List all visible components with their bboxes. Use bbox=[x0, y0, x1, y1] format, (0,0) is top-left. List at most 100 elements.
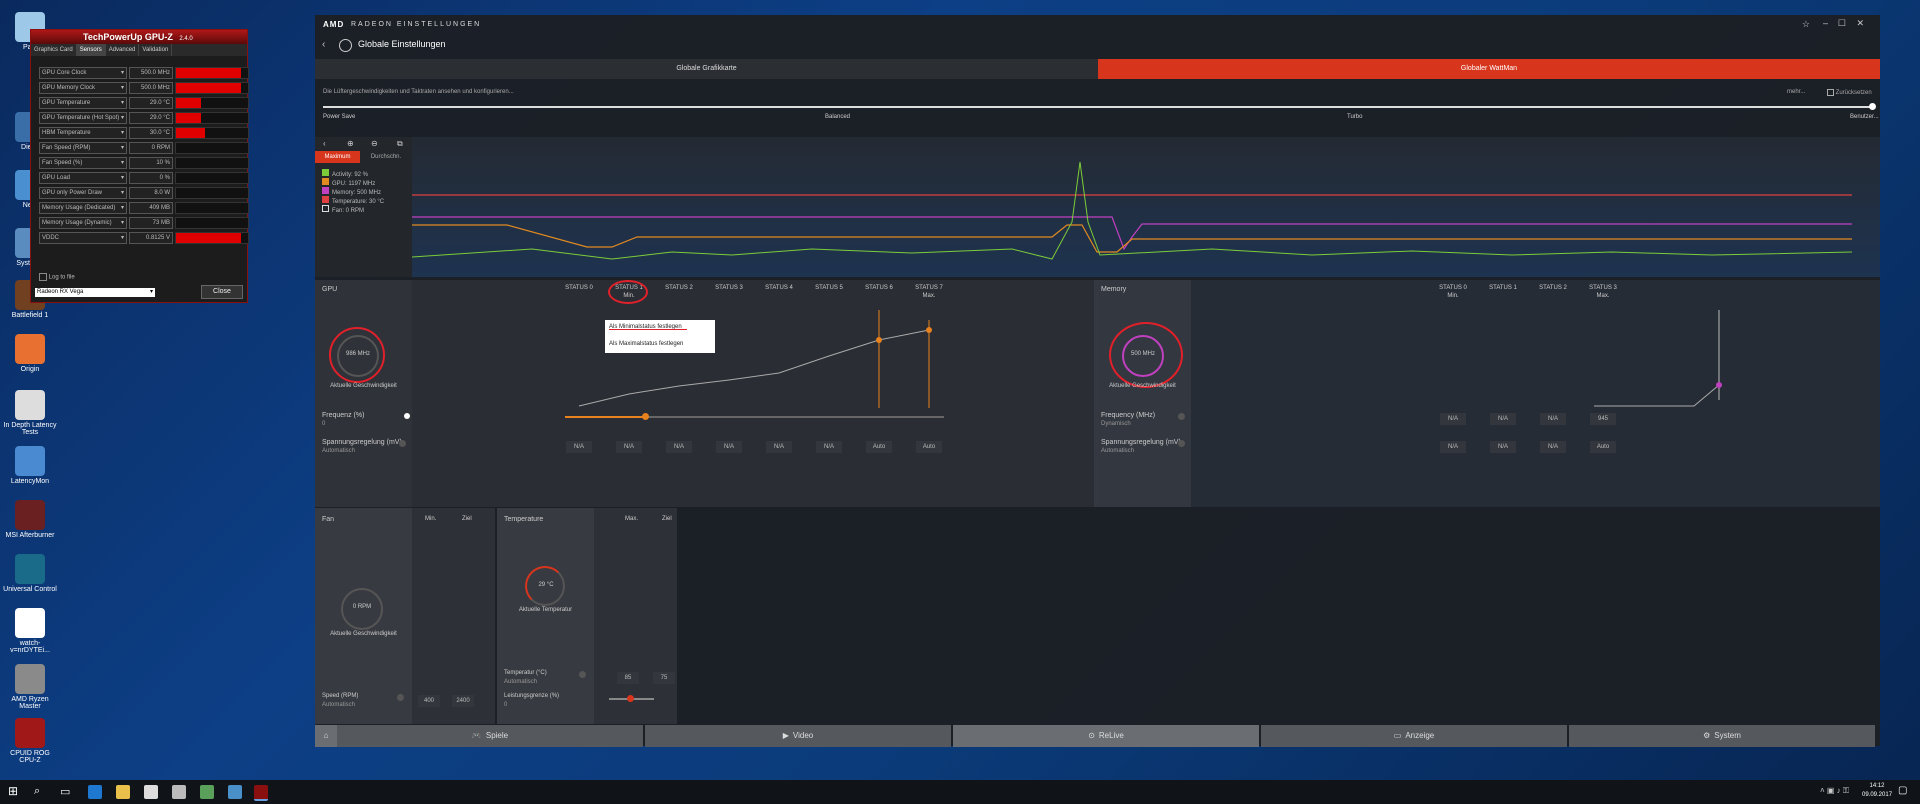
memory-volt-value[interactable]: N/A bbox=[1440, 441, 1466, 453]
start-icon[interactable]: ⊞ bbox=[8, 785, 18, 797]
gpu-volt-value[interactable]: N/A bbox=[666, 441, 692, 453]
gpu-state-5[interactable]: STATUS 5 bbox=[812, 284, 846, 292]
gpu-state-3[interactable]: STATUS 3 bbox=[712, 284, 746, 292]
preset-balanced[interactable]: Balanced bbox=[825, 114, 850, 120]
sensor-label[interactable]: Fan Speed (RPM) ▾ bbox=[39, 142, 127, 154]
sensor-label[interactable]: GPU Load ▾ bbox=[39, 172, 127, 184]
zoom-in-icon[interactable]: ⊕ bbox=[347, 139, 354, 148]
graph-back-icon[interactable]: ‹ bbox=[323, 139, 326, 148]
more-link[interactable]: mehr... bbox=[1787, 89, 1805, 95]
gpu-volt-value[interactable]: N/A bbox=[566, 441, 592, 453]
preset-slider-handle[interactable] bbox=[1869, 103, 1876, 110]
gpu-volt-value[interactable]: Auto bbox=[916, 441, 942, 453]
memory-freq-value[interactable]: 945 bbox=[1590, 413, 1616, 425]
search-icon[interactable]: ⌕ bbox=[34, 785, 40, 798]
state6-point[interactable] bbox=[876, 337, 882, 343]
desktop-icon[interactable]: In Depth Latency Tests bbox=[2, 390, 58, 436]
desktop-icon[interactable]: MSI Afterburner bbox=[2, 500, 58, 539]
explorer-icon[interactable] bbox=[116, 785, 130, 799]
task-view-icon[interactable]: ▭ bbox=[60, 785, 70, 798]
nav-anzeige[interactable]: ▭ Anzeige bbox=[1261, 725, 1567, 747]
preset-power-save[interactable]: Power Save bbox=[323, 114, 355, 120]
gpu-volt-toggle[interactable] bbox=[399, 440, 406, 447]
gpuz-tab[interactable]: Graphics Card bbox=[31, 44, 77, 56]
nav-video[interactable]: ▶ Video bbox=[645, 725, 951, 747]
memory-freq-value[interactable]: N/A bbox=[1440, 413, 1466, 425]
gpuz-tab[interactable]: Advanced bbox=[106, 44, 140, 56]
toggle-maximum[interactable]: Maximum bbox=[315, 151, 360, 163]
gpu-freq-toggle[interactable] bbox=[404, 413, 410, 419]
maximize-icon[interactable]: ☐ bbox=[1838, 18, 1846, 29]
memory-volt-value[interactable]: Auto bbox=[1590, 441, 1616, 453]
desktop-icon[interactable]: AMD Ryzen Master bbox=[2, 664, 58, 710]
legend-item[interactable]: GPU: 1197 MHz bbox=[322, 178, 375, 187]
memory-state3-point[interactable] bbox=[1716, 382, 1722, 388]
reset-button[interactable]: Zurücksetzen bbox=[1827, 89, 1872, 96]
legend-item[interactable]: Memory: 500 MHz bbox=[322, 187, 381, 196]
memory-state-1[interactable]: STATUS 1 bbox=[1486, 284, 1520, 292]
nav-spiele[interactable]: 🎮 Spiele bbox=[337, 725, 643, 747]
gpu-volt-value[interactable]: N/A bbox=[616, 441, 642, 453]
toggle-average[interactable]: Durchschn. bbox=[360, 151, 412, 163]
close-icon[interactable]: ✕ bbox=[1856, 18, 1864, 29]
sensor-label[interactable]: GPU Memory Clock ▾ bbox=[39, 82, 127, 94]
home-button[interactable]: ⌂ bbox=[315, 725, 337, 747]
memory-freq-value[interactable]: N/A bbox=[1540, 413, 1566, 425]
fan-target-value[interactable]: 2400 bbox=[452, 695, 474, 707]
gpuz-titlebar[interactable]: TechPowerUp GPU-Z 2.4.0 bbox=[31, 30, 247, 44]
temp-target-value[interactable]: 75 bbox=[653, 672, 675, 684]
state7-point[interactable] bbox=[926, 327, 932, 333]
legend-item[interactable]: Temperature: 30 °C bbox=[322, 196, 384, 205]
memory-state-3[interactable]: STATUS 3 Max. bbox=[1586, 284, 1620, 300]
sensor-label[interactable]: GPU Temperature (Hot Spot) ▾ bbox=[39, 112, 127, 124]
preset-turbo[interactable]: Turbo bbox=[1347, 114, 1362, 120]
log-checkbox[interactable] bbox=[39, 273, 47, 281]
gpuz-tab[interactable]: Validation bbox=[139, 44, 173, 56]
minimize-icon[interactable]: – bbox=[1823, 18, 1828, 28]
app-icon[interactable] bbox=[228, 785, 242, 799]
tray-icons[interactable]: ˄ ▣ ♪ ⚿ bbox=[1820, 786, 1849, 796]
gpu-volt-value[interactable]: Auto bbox=[866, 441, 892, 453]
gpuz-tab[interactable]: Sensors bbox=[76, 44, 106, 56]
memory-volt-toggle[interactable] bbox=[1178, 440, 1185, 447]
sensor-label[interactable]: Memory Usage (Dedicated) ▾ bbox=[39, 202, 127, 214]
sensor-label[interactable]: Fan Speed (%) ▾ bbox=[39, 157, 127, 169]
gpu-state-0[interactable]: STATUS 0 bbox=[562, 284, 596, 292]
power-limit-handle[interactable] bbox=[627, 695, 634, 702]
gpu-state-4[interactable]: STATUS 4 bbox=[762, 284, 796, 292]
memory-freq-value[interactable]: N/A bbox=[1490, 413, 1516, 425]
device-select[interactable]: Radeon RX Vega ▾ bbox=[35, 288, 155, 297]
sensor-label[interactable]: VDDC ▾ bbox=[39, 232, 127, 244]
desktop-icon[interactable]: watch-v=nrDYTEi... bbox=[2, 608, 58, 654]
star-icon[interactable]: ☆ bbox=[1802, 19, 1810, 30]
memory-freq-toggle[interactable] bbox=[1178, 413, 1185, 420]
sensor-label[interactable]: GPU Core Clock ▾ bbox=[39, 67, 127, 79]
zoom-out-icon[interactable]: ⊖ bbox=[371, 139, 378, 148]
close-button[interactable]: Close bbox=[201, 285, 243, 299]
app-icon[interactable] bbox=[200, 785, 214, 799]
desktop-icon[interactable]: CPUID ROG CPU-Z bbox=[2, 718, 58, 764]
gpu-freq-slider-handle[interactable] bbox=[642, 413, 649, 420]
gpu-volt-value[interactable]: N/A bbox=[766, 441, 792, 453]
memory-volt-value[interactable]: N/A bbox=[1540, 441, 1566, 453]
desktop-icon[interactable]: Origin bbox=[2, 334, 58, 373]
tab-global-wattman[interactable]: Globaler WattMan bbox=[1098, 59, 1880, 79]
temp-toggle[interactable] bbox=[579, 671, 586, 678]
gpu-volt-value[interactable]: N/A bbox=[716, 441, 742, 453]
gpu-state-2[interactable]: STATUS 2 bbox=[662, 284, 696, 292]
sensor-label[interactable]: GPU Temperature ▾ bbox=[39, 97, 127, 109]
back-icon[interactable]: ‹ bbox=[322, 39, 325, 50]
sensor-label[interactable]: Memory Usage (Dynamic) ▾ bbox=[39, 217, 127, 229]
store-icon[interactable] bbox=[144, 785, 158, 799]
fan-speed-toggle[interactable] bbox=[397, 694, 404, 701]
menu-item-set-max[interactable]: Als Maximalstatus festlegen bbox=[609, 341, 683, 347]
fan-min-value[interactable]: 400 bbox=[418, 695, 440, 707]
clock[interactable]: 14:12 09.09.2017 bbox=[1862, 782, 1892, 800]
desktop-icon[interactable]: Universal Control bbox=[2, 554, 58, 593]
gpu-state-7[interactable]: STATUS 7 Max. bbox=[912, 284, 946, 300]
sensor-label[interactable]: GPU only Power Draw ▾ bbox=[39, 187, 127, 199]
legend-item[interactable]: Activity: 92 % bbox=[322, 169, 368, 178]
memory-state-0[interactable]: STATUS 0 Min. bbox=[1436, 284, 1470, 300]
gpuz-taskbar-icon[interactable] bbox=[254, 785, 268, 801]
edge-icon[interactable] bbox=[88, 785, 102, 799]
